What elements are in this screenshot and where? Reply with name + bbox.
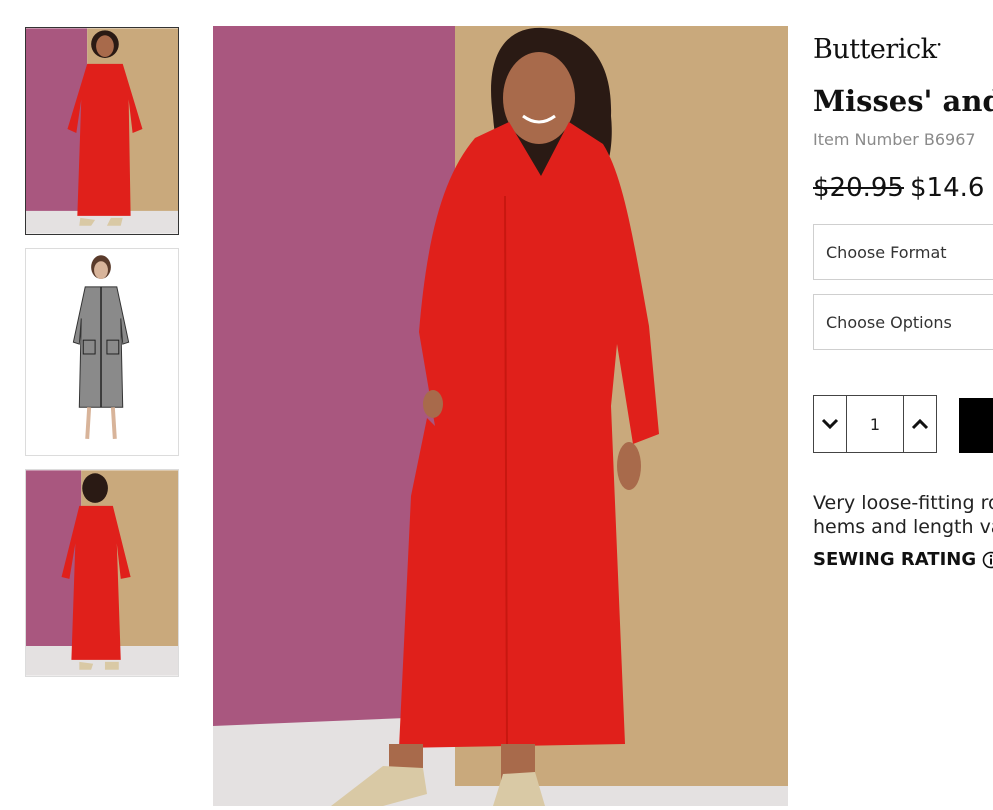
product-title: Misses' and: [813, 84, 993, 118]
brand-name: Butterick: [813, 34, 937, 65]
description-line-1: Very loose-fitting ro: [813, 492, 993, 514]
quantity-stepper: 1: [813, 395, 937, 453]
choose-format-label: Choose Format: [826, 242, 947, 262]
info-icon[interactable]: [982, 551, 993, 569]
product-description: Very loose-fitting ro hems and length va: [813, 491, 993, 539]
main-product-image[interactable]: [213, 26, 788, 806]
sewing-rating: SEWING RATING: [813, 549, 993, 570]
choose-options-label: Choose Options: [826, 312, 952, 332]
chevron-down-icon: [821, 418, 839, 430]
choose-format-select[interactable]: Choose Format: [813, 224, 993, 280]
thumbnail-line-drawing[interactable]: [25, 248, 179, 456]
quantity-decrease-button[interactable]: [814, 396, 846, 452]
sewing-rating-label: SEWING RATING: [813, 549, 977, 570]
brand-logo[interactable]: Butterick•: [813, 34, 942, 65]
sale-price: $14.6: [909, 173, 985, 203]
model-robe-photo: [213, 26, 788, 806]
quantity-value[interactable]: 1: [846, 396, 904, 452]
model-front-image: [26, 28, 178, 234]
line-drawing-image: [26, 249, 178, 455]
model-back-image: [26, 470, 178, 676]
product-info-panel: Butterick• Misses' and Item Number B6967…: [813, 0, 993, 810]
thumbnail-back-photo[interactable]: [25, 469, 179, 677]
choose-options-select[interactable]: Choose Options: [813, 294, 993, 350]
brand-mark: •: [936, 41, 942, 51]
description-line-2: hems and length va: [813, 516, 993, 538]
original-price: $20.95: [813, 173, 904, 203]
chevron-up-icon: [911, 418, 929, 430]
item-number: Item Number B6967: [813, 130, 976, 149]
price-block: $20.95 $14.6: [813, 173, 984, 203]
quantity-increase-button[interactable]: [904, 396, 936, 452]
add-to-cart-button[interactable]: [959, 398, 993, 453]
thumbnail-front-photo[interactable]: [25, 27, 179, 235]
